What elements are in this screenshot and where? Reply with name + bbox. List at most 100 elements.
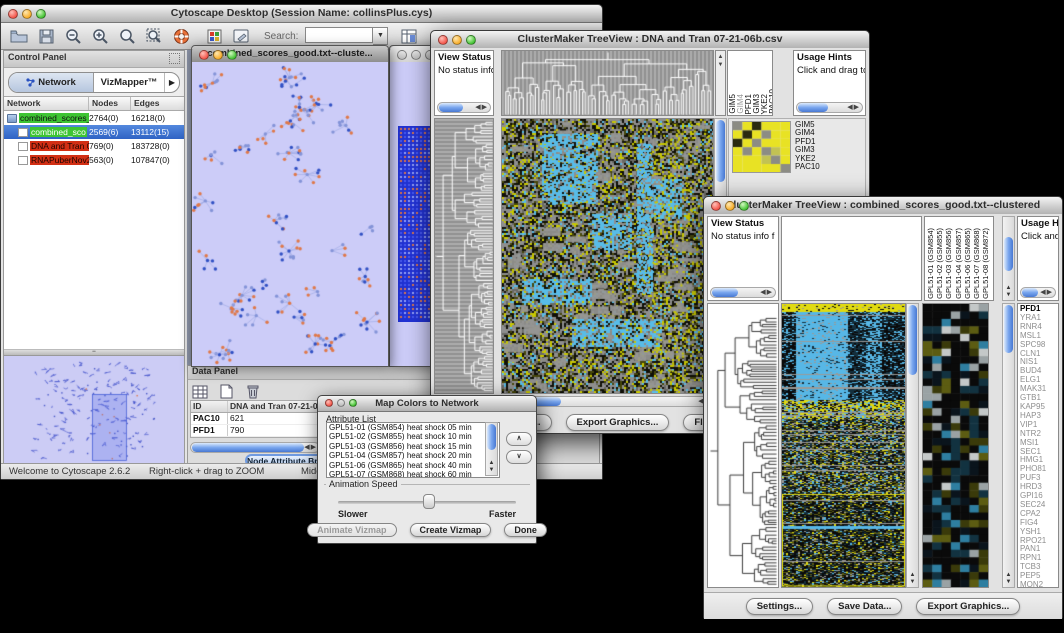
tv2-zoom-heatmap[interactable]	[922, 303, 989, 588]
search-dropdown-button[interactable]: ▼	[373, 27, 388, 45]
attribute-list-scrollbar[interactable]: ▲▼	[485, 422, 498, 476]
tab-network[interactable]: Network	[9, 73, 94, 92]
help-lifering-icon[interactable]	[171, 26, 191, 46]
column-gene-label[interactable]: PAC10	[769, 89, 773, 114]
move-down-button[interactable]: ∨	[506, 450, 532, 464]
array-column-label[interactable]: GPL51-08 (GSM872)	[981, 228, 990, 299]
search-input[interactable]	[305, 27, 373, 43]
snapshot-icon[interactable]	[204, 26, 224, 46]
tv2-global-heatmap[interactable]	[781, 303, 906, 588]
dialog-button[interactable]: Create Vizmap	[410, 523, 492, 537]
main-title-bar[interactable]: Cytoscape Desktop (Session Name: collins…	[1, 5, 602, 23]
attribute-table-icon[interactable]	[191, 383, 209, 401]
column-edges[interactable]: Edges	[131, 97, 184, 110]
close-button[interactable]	[199, 50, 209, 60]
attribute-list[interactable]: GPL51-01 (GSM854) heat shock 05 minGPL51…	[326, 422, 500, 478]
delete-attribute-icon[interactable]	[244, 382, 262, 400]
tv1-row-dendrogram[interactable]	[434, 118, 494, 394]
attribute-item[interactable]: GPL51-04 (GSM857) heat shock 20 min	[327, 451, 499, 460]
dialog-button[interactable]: Animate Vizmap	[307, 523, 396, 537]
speed-slider-thumb[interactable]	[423, 494, 435, 509]
tv2-action-button[interactable]: Export Graphics...	[916, 598, 1020, 615]
float-panel-icon[interactable]	[169, 53, 180, 64]
column-id[interactable]: ID	[191, 401, 228, 412]
network-row[interactable]: DNA and Tran 07 769(0) 183728(0)	[4, 139, 184, 153]
attribute-row[interactable]: PFD1 790	[191, 425, 322, 437]
tv2-action-button[interactable]: Settings...	[746, 598, 813, 615]
birdseye-view[interactable]	[4, 355, 184, 468]
dialog-button[interactable]: Done	[504, 523, 547, 537]
treeview2-title-bar[interactable]: ClusterMaker TreeView : combined_scores_…	[704, 197, 1062, 215]
column-attribute[interactable]: DNA and Tran 07-21-06	[228, 401, 322, 412]
minimize-button[interactable]	[411, 50, 421, 60]
attribute-item[interactable]: GPL51-02 (GSM855) heat shock 10 min	[327, 432, 499, 441]
minimize-button[interactable]	[22, 9, 32, 19]
array-column-label[interactable]: GPL51-01 (GSM854)	[926, 228, 935, 299]
array-column-label[interactable]: GPL51-03 (GSM856)	[944, 228, 953, 299]
attribute-item[interactable]: GPL51-01 (GSM854) heat shock 05 min	[327, 423, 499, 432]
network-row[interactable]: combined_sco 2569(6) 13112(15)	[4, 125, 184, 139]
array-column-label[interactable]: GPL51-06 (GSM865)	[963, 228, 972, 299]
row-gene-label[interactable]: PAC10	[795, 163, 820, 171]
minimize-button[interactable]	[337, 399, 345, 407]
zoom-button[interactable]	[466, 35, 476, 45]
tv1-action-button[interactable]: Export Graphics...	[566, 414, 670, 431]
scrollbar-thumb[interactable]	[192, 443, 304, 452]
tv2-gene-list-scrollbar[interactable]: ▲▼	[1002, 303, 1015, 588]
open-file-icon[interactable]	[9, 26, 29, 46]
column-network[interactable]: Network	[4, 97, 89, 110]
tv1-column-label-scroll[interactable]: ▲▼	[715, 50, 726, 116]
usage-hints-scrollbar[interactable]: ◀▶	[796, 102, 863, 113]
tv1-zoom-heatmap[interactable]	[732, 121, 791, 173]
tv2-column-label-scrollbar[interactable]: ▲▼	[1002, 216, 1015, 301]
attribute-item[interactable]: GPL51-06 (GSM865) heat shock 40 min	[327, 461, 499, 470]
save-icon[interactable]	[36, 26, 56, 46]
zoom-button[interactable]	[227, 50, 237, 60]
close-button[interactable]	[711, 201, 721, 211]
tab-vizmapper[interactable]: VizMapper™	[94, 73, 165, 92]
network-name: combined_scores_	[19, 113, 89, 123]
close-button[interactable]	[438, 35, 448, 45]
table-import-icon[interactable]	[399, 26, 419, 46]
view-status-scrollbar[interactable]: ◀▶	[437, 102, 491, 113]
attribute-item[interactable]: GPL51-07 (GSM868) heat shock 60 min	[327, 470, 499, 478]
new-attribute-icon[interactable]	[217, 382, 235, 400]
close-button[interactable]	[325, 399, 333, 407]
minimize-button[interactable]	[452, 35, 462, 45]
zoom-in-icon[interactable]	[90, 26, 110, 46]
minimize-button[interactable]	[213, 50, 223, 60]
zoom-out-icon[interactable]	[63, 26, 83, 46]
close-button[interactable]	[8, 9, 18, 19]
zoom-button[interactable]	[349, 399, 357, 407]
tv2-heatmap-vscrollbar[interactable]: ▲▼	[906, 303, 919, 588]
network-row[interactable]: combined_scores_ 2764(0) 16218(0)	[4, 111, 184, 125]
array-column-label[interactable]: GPL51-04 (GSM857)	[954, 228, 963, 299]
zoom-fit-icon[interactable]	[144, 26, 164, 46]
tv2-column-dendrogram[interactable]	[781, 216, 922, 301]
tv1-global-heatmap[interactable]	[501, 118, 714, 394]
zoom-selected-icon[interactable]	[117, 26, 137, 46]
minimize-button[interactable]	[725, 201, 735, 211]
dialog-title-bar[interactable]: Map Colors to Network	[318, 396, 536, 412]
column-nodes[interactable]: Nodes	[89, 97, 131, 110]
close-button[interactable]	[397, 50, 407, 60]
gene-label[interactable]: MON2	[1020, 581, 1058, 588]
attribute-row[interactable]: PAC10 621	[191, 413, 322, 425]
usage-hints-scrollbar[interactable]: ◀▶	[1020, 287, 1056, 298]
view-status-scrollbar[interactable]: ◀▶	[710, 287, 776, 298]
treeview1-title-bar[interactable]: ClusterMaker TreeView : DNA and Tran 07-…	[431, 31, 869, 49]
network-canvas-area[interactable]	[192, 62, 388, 366]
move-up-button[interactable]: ∧	[506, 432, 532, 446]
tv2-row-dendrogram[interactable]	[707, 303, 779, 588]
array-column-label[interactable]: GPL51-07 (GSM868)	[972, 228, 981, 299]
zoom-button[interactable]	[739, 201, 749, 211]
attribute-item[interactable]: GPL51-03 (GSM856) heat shock 15 min	[327, 442, 499, 451]
network-view-window[interactable]: combined_scores_good.txt--cluste...	[191, 45, 389, 367]
annotation-icon[interactable]	[231, 26, 251, 46]
tab-overflow-arrow[interactable]: ▶	[165, 73, 179, 92]
tv1-column-dendrogram[interactable]	[501, 50, 714, 116]
data-panel-scrollbar[interactable]: ◀▶	[190, 442, 320, 453]
zoom-button[interactable]	[36, 9, 46, 19]
tv2-action-button[interactable]: Save Data...	[827, 598, 902, 615]
network-row[interactable]: RNAPuberNov2+! 563(0) 107847(0)	[4, 153, 184, 167]
